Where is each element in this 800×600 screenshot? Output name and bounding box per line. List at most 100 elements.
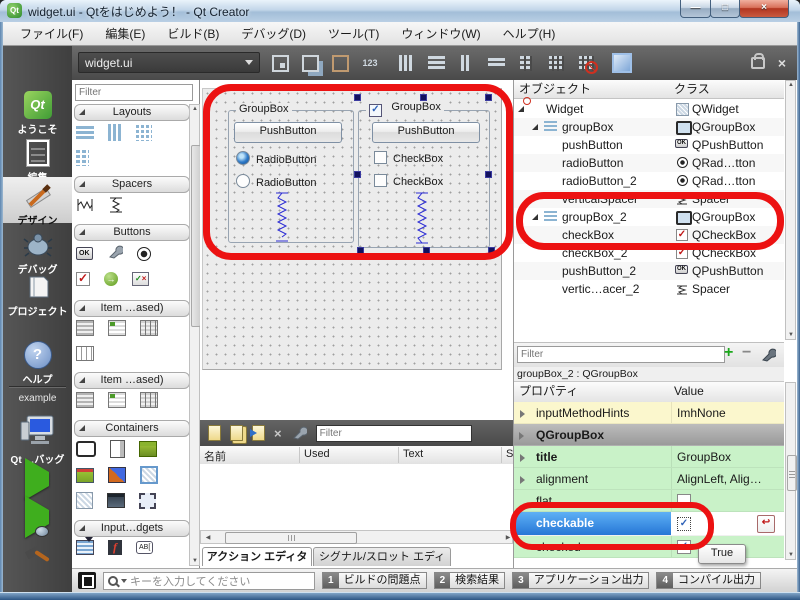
mode-projects[interactable]: プロジェクト xyxy=(3,268,72,321)
inspector-column-class[interactable]: クラス xyxy=(674,80,710,97)
inspector-row-verticalspacer[interactable]: verticalSpacer Spacer xyxy=(514,190,784,208)
form-radiobutton-1[interactable]: RadioButton xyxy=(236,151,317,168)
mdi-area-icon[interactable] xyxy=(107,493,125,508)
open-document-selector[interactable]: widget.ui xyxy=(78,52,260,73)
inspector-row-verticalspacer2[interactable]: vertic…acer_2 Spacer xyxy=(514,280,784,298)
form-vertical-spacer-2[interactable] xyxy=(414,192,430,244)
menu-tools[interactable]: ツール(T) xyxy=(317,22,390,45)
toggle-sidebar-button[interactable] xyxy=(78,572,96,589)
paste-action-icon[interactable] xyxy=(252,425,265,441)
mode-design[interactable]: デザイン xyxy=(3,177,72,223)
category-item-views[interactable]: Item …ased) xyxy=(74,300,190,317)
expand-icon[interactable] xyxy=(532,214,538,220)
remove-dynamic-property-button[interactable]: − xyxy=(742,345,751,361)
inspector-row-groupbox2[interactable]: groupBox_2 QGroupBox xyxy=(514,208,784,226)
group-box-icon[interactable] xyxy=(76,441,96,457)
frame-icon[interactable] xyxy=(140,466,158,484)
reset-property-button[interactable]: ↩ xyxy=(757,515,775,533)
property-row-alignment[interactable]: alignment AlignLeft, Alig… xyxy=(514,468,784,490)
property-group-qgroupbox[interactable]: QGroupBox xyxy=(514,424,784,446)
vertical-layout-icon[interactable] xyxy=(76,126,94,140)
checkable-checkbox-checked[interactable]: ✓ xyxy=(677,517,691,531)
action-settings-icon[interactable] xyxy=(291,425,307,441)
edit-tab-order-icon[interactable]: 123 xyxy=(358,51,382,75)
form-pushbutton-1[interactable]: PushButton xyxy=(234,122,342,143)
form-checkbox-1[interactable]: CheckBox xyxy=(374,151,443,167)
property-row-checkable[interactable]: checkable ✓ ↩ xyxy=(514,512,784,536)
locator-input[interactable]: キーを入力してください xyxy=(103,572,315,590)
check-box-icon[interactable]: ✓ xyxy=(76,272,90,286)
form-checkbox-2[interactable]: CheckBox xyxy=(374,174,443,190)
property-column-value[interactable]: Value xyxy=(674,382,704,401)
selection-handle[interactable] xyxy=(354,94,361,101)
list-widget-icon[interactable] xyxy=(76,392,94,408)
adjust-size-icon[interactable] xyxy=(610,51,634,75)
layout-form-icon[interactable] xyxy=(514,51,538,75)
layout-vertical-splitter-icon[interactable] xyxy=(484,51,508,75)
delete-action-icon[interactable]: × xyxy=(274,427,282,440)
tab-signal-slot-editor[interactable]: シグナル/スロット エディタ xyxy=(313,547,451,566)
inspector-row-radiobutton2[interactable]: radioButton_2 QRad…tton xyxy=(514,172,784,190)
table-widget-icon[interactable] xyxy=(140,392,158,408)
inspector-row-radiobutton[interactable]: radioButton QRad…tton xyxy=(514,154,784,172)
vertical-spacer-icon[interactable] xyxy=(108,196,124,217)
new-action-icon[interactable] xyxy=(208,425,221,441)
add-dynamic-property-button[interactable]: + xyxy=(724,345,733,361)
pane-application-output[interactable]: 3アプリケーション出力 xyxy=(512,572,649,589)
menu-help[interactable]: ヘルプ(H) xyxy=(492,22,567,45)
horizontal-spacer-icon[interactable] xyxy=(76,197,94,216)
inspector-row-pushbutton2[interactable]: pushButton_2 OK QPushButton xyxy=(514,262,784,280)
column-name[interactable]: 名前 xyxy=(204,448,226,464)
selection-handle[interactable] xyxy=(423,247,430,254)
inspector-column-object[interactable]: オブジェクト xyxy=(519,80,591,97)
widget-box-filter-input[interactable] xyxy=(75,84,193,101)
line-edit-icon[interactable]: AB[ xyxy=(136,541,153,554)
mode-welcome[interactable]: Qt ようこそ xyxy=(3,86,72,139)
run-button[interactable] xyxy=(25,472,49,486)
property-row-inputmethodhints[interactable]: inputMethodHints ImhNone xyxy=(514,402,784,424)
build-button[interactable] xyxy=(23,544,53,573)
tool-box-icon[interactable] xyxy=(139,441,157,457)
selection-handle[interactable] xyxy=(354,171,361,178)
selection-handle[interactable] xyxy=(485,171,492,178)
combo-box-icon[interactable] xyxy=(76,540,94,555)
grid-layout-icon[interactable] xyxy=(136,125,152,141)
selection-handle[interactable] xyxy=(485,94,492,101)
category-input-widgets[interactable]: Input…dgets xyxy=(74,520,190,537)
copy-action-icon[interactable] xyxy=(230,425,243,441)
break-layout-icon[interactable] xyxy=(574,51,598,75)
flat-checkbox-unchecked[interactable] xyxy=(677,494,691,508)
minimize-button[interactable]: — xyxy=(680,0,711,18)
layout-grid-icon[interactable] xyxy=(544,51,568,75)
property-column-name[interactable]: プロパティ xyxy=(519,382,578,401)
inspector-row-groupbox[interactable]: groupBox QGroupBox xyxy=(514,118,784,136)
checked-checkbox-checked[interactable]: ✓ xyxy=(677,540,691,554)
close-button[interactable]: × xyxy=(739,0,789,18)
tree-widget-icon[interactable] xyxy=(108,392,126,408)
scroll-down-icon[interactable]: ▼ xyxy=(786,552,796,558)
dialog-button-box-icon[interactable]: ✓× xyxy=(132,272,149,286)
tab-action-editor[interactable]: アクション エディタ xyxy=(202,547,312,566)
property-scrollbar[interactable]: ▼ xyxy=(785,382,796,560)
menu-window[interactable]: ウィンドウ(W) xyxy=(390,22,491,45)
maximize-button[interactable]: □ xyxy=(710,0,740,18)
scroll-down-icon[interactable]: ▼ xyxy=(786,332,796,338)
action-filter-input[interactable] xyxy=(316,425,472,442)
form-pushbutton-2[interactable]: PushButton xyxy=(372,122,480,143)
debug-run-button[interactable] xyxy=(25,510,49,524)
scroll-area-icon[interactable] xyxy=(110,440,125,458)
category-spacers[interactable]: Spacers xyxy=(74,176,190,193)
tree-view-icon[interactable] xyxy=(108,320,126,336)
command-link-button-icon[interactable]: → xyxy=(104,272,118,286)
scroll-down-icon[interactable]: ▼ xyxy=(190,558,200,564)
property-filter-input[interactable] xyxy=(517,346,725,363)
groupbox2-title-check[interactable]: ✓ GroupBox xyxy=(366,101,444,117)
menu-file[interactable]: ファイル(F) xyxy=(9,22,94,45)
category-buttons[interactable]: Buttons xyxy=(74,224,190,241)
widget-box-scrollbar[interactable]: ▲ ▼ xyxy=(189,104,200,566)
pane-search-results[interactable]: 2検索結果 xyxy=(434,572,506,589)
category-containers[interactable]: Containers xyxy=(74,420,190,437)
stacked-widget-icon[interactable] xyxy=(108,467,126,483)
horizontal-layout-icon[interactable] xyxy=(108,124,122,141)
inspector-row-checkbox[interactable]: checkBox ✓ QCheckBox xyxy=(514,226,784,244)
